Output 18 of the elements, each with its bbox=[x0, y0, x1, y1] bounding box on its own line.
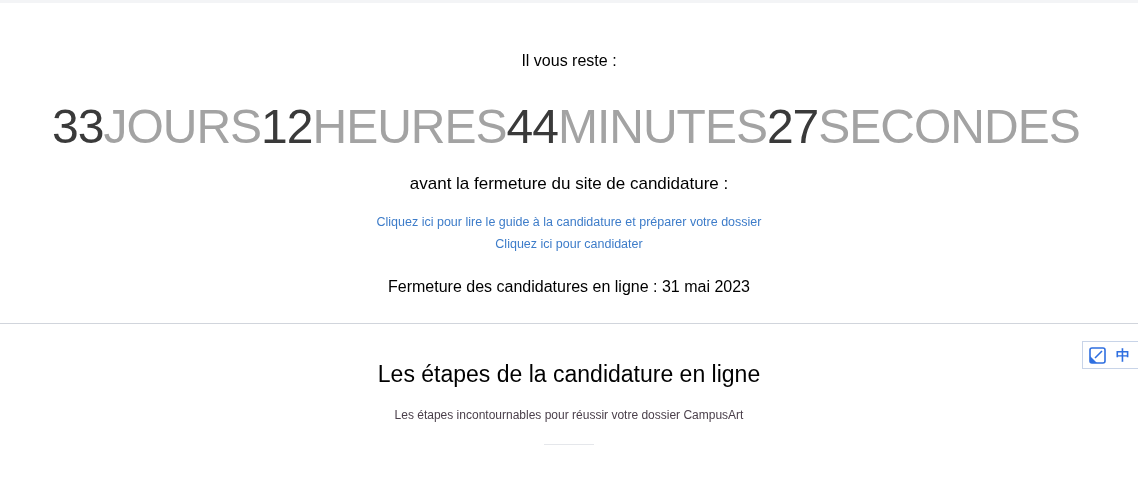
countdown-unit: HEURES bbox=[312, 99, 507, 155]
section-title: Les étapes de la candidature en ligne bbox=[377, 360, 761, 389]
translate-widget[interactable]: 中 bbox=[1082, 341, 1138, 369]
countdown-unit: JOURS bbox=[103, 99, 262, 155]
countdown-number: 44 bbox=[506, 99, 558, 155]
countdown-number: 27 bbox=[766, 99, 819, 155]
countdown-number: 12 bbox=[261, 99, 313, 155]
intro-text: Il vous reste : bbox=[521, 51, 617, 71]
countdown-unit: MINUTES bbox=[557, 99, 767, 155]
pen-square-icon[interactable] bbox=[1089, 346, 1106, 364]
link[interactable]: Cliquez ici pour candidater bbox=[495, 235, 643, 254]
deadline-subtitle: avant la fermeture du site de candidature : bbox=[409, 173, 729, 195]
language-toggle[interactable]: 中 bbox=[1116, 344, 1130, 366]
section-subtitle: Les étapes incontournables pour réussir votre dossier CampusArt bbox=[394, 406, 744, 424]
countdown-number: 33 bbox=[52, 99, 104, 155]
countdown-unit: SECONDES bbox=[818, 99, 1080, 155]
link[interactable]: Cliquez ici pour lire le guide à la candidature et préparer votre dossier bbox=[376, 212, 762, 232]
closing-date-text: Fermeture des candidatures en ligne : 31 mai 2023 bbox=[388, 277, 750, 297]
